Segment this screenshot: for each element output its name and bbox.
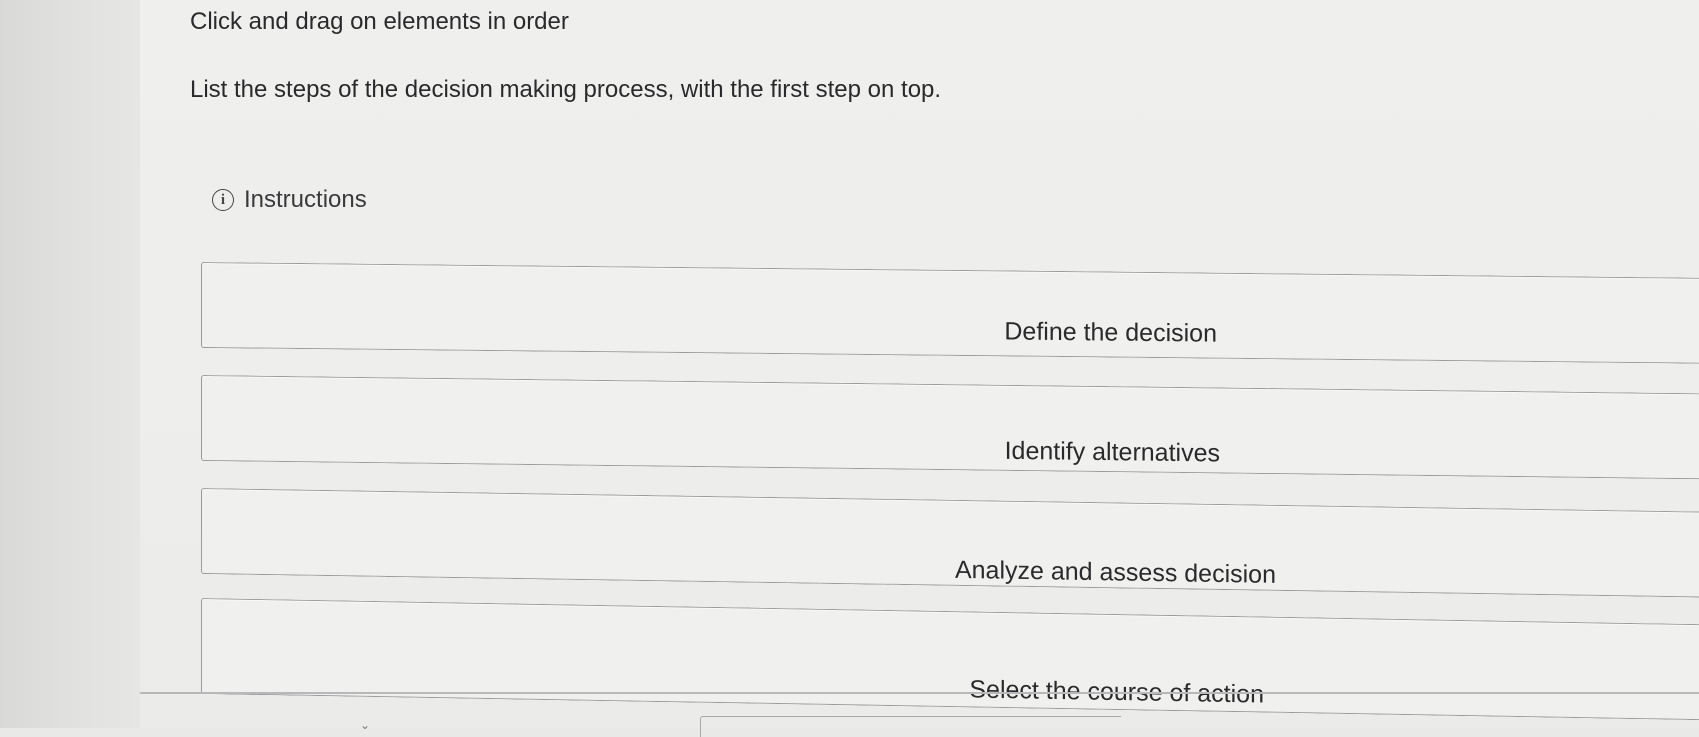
instructions-toggle[interactable]: i Instructions xyxy=(212,186,367,214)
divider xyxy=(140,692,1699,694)
draggable-item[interactable]: Identify alternatives xyxy=(201,375,1699,480)
left-margin xyxy=(0,0,140,728)
chevron-down-icon: ⌄ xyxy=(360,718,371,732)
bottom-panel-edge xyxy=(700,716,1121,737)
info-icon: i xyxy=(212,189,234,211)
question-type-header: Click and drag on elements in order xyxy=(190,8,569,35)
draggable-item[interactable]: Define the decision xyxy=(201,262,1699,364)
draggable-item-label: Identify alternatives xyxy=(1004,436,1220,468)
draggable-item-label: Define the decision xyxy=(1004,317,1217,348)
instructions-label: Instructions xyxy=(244,186,367,213)
question-prompt: List the steps of the decision making pr… xyxy=(190,76,942,103)
